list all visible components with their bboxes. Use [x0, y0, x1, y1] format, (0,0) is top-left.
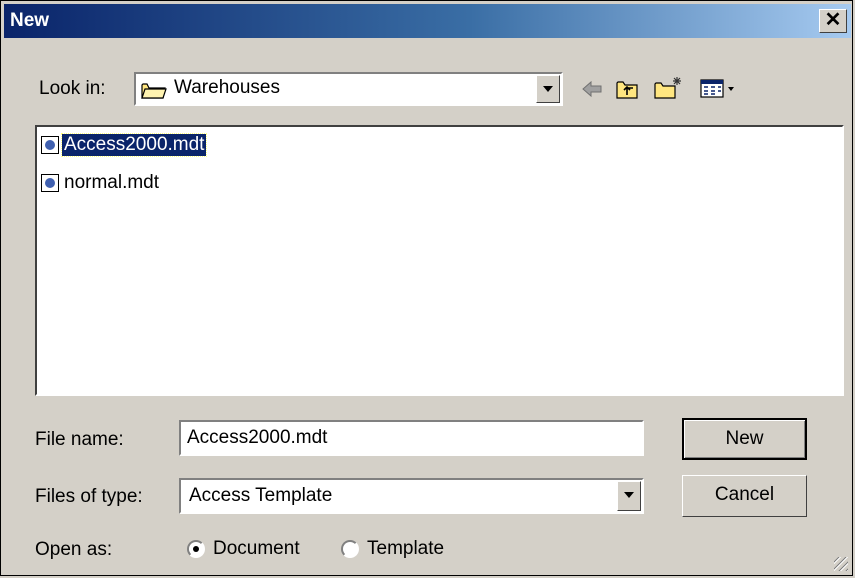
list-item[interactable]: normal.mdt: [41, 171, 161, 195]
new-dialog: New ✕ Look in: Warehouses Access2000.mdt: [0, 0, 853, 576]
files-of-type-dropdown[interactable]: Access Template: [179, 478, 644, 514]
new-folder-icon[interactable]: [653, 75, 683, 99]
list-item[interactable]: Access2000.mdt: [41, 133, 208, 157]
window-title: New: [10, 10, 50, 31]
open-as-label: Open as:: [35, 539, 113, 560]
file-icon: [41, 174, 59, 192]
files-of-type-dropdown-button[interactable]: [617, 481, 641, 511]
new-button[interactable]: New: [682, 418, 807, 460]
file-icon: [41, 136, 59, 154]
back-arrow-icon[interactable]: [579, 77, 605, 101]
look-in-dropdown-button[interactable]: [536, 75, 560, 103]
folder-icon: [141, 83, 167, 99]
radio-document-label: Document: [213, 538, 300, 559]
look-in-value: Warehouses: [174, 77, 280, 98]
radio-template-label: Template: [367, 538, 445, 559]
title-bar[interactable]: New ✕: [4, 4, 851, 38]
look-in-dropdown[interactable]: Warehouses: [134, 72, 563, 106]
file-name: normal.mdt: [64, 172, 160, 193]
file-name-value: Access2000.mdt: [187, 427, 328, 448]
close-button[interactable]: ✕: [819, 9, 847, 33]
files-of-type-label: Files of type:: [35, 486, 143, 507]
file-name-input[interactable]: Access2000.mdt: [179, 420, 644, 456]
file-name-label: File name:: [35, 429, 124, 450]
cancel-button[interactable]: Cancel: [682, 475, 807, 517]
radio-button[interactable]: [341, 540, 359, 558]
radio-button[interactable]: [187, 540, 205, 558]
radio-template[interactable]: Template: [341, 538, 444, 560]
close-icon: ✕: [824, 9, 842, 31]
files-of-type-value: Access Template: [189, 485, 333, 506]
radio-document[interactable]: Document: [187, 538, 300, 560]
size-grip-icon[interactable]: [834, 557, 848, 571]
file-list[interactable]: Access2000.mdt normal.mdt: [35, 125, 844, 396]
look-in-label: Look in:: [39, 78, 106, 99]
up-folder-icon[interactable]: [615, 77, 641, 101]
file-name: Access2000.mdt: [60, 133, 208, 157]
view-menu-icon[interactable]: [699, 77, 739, 101]
